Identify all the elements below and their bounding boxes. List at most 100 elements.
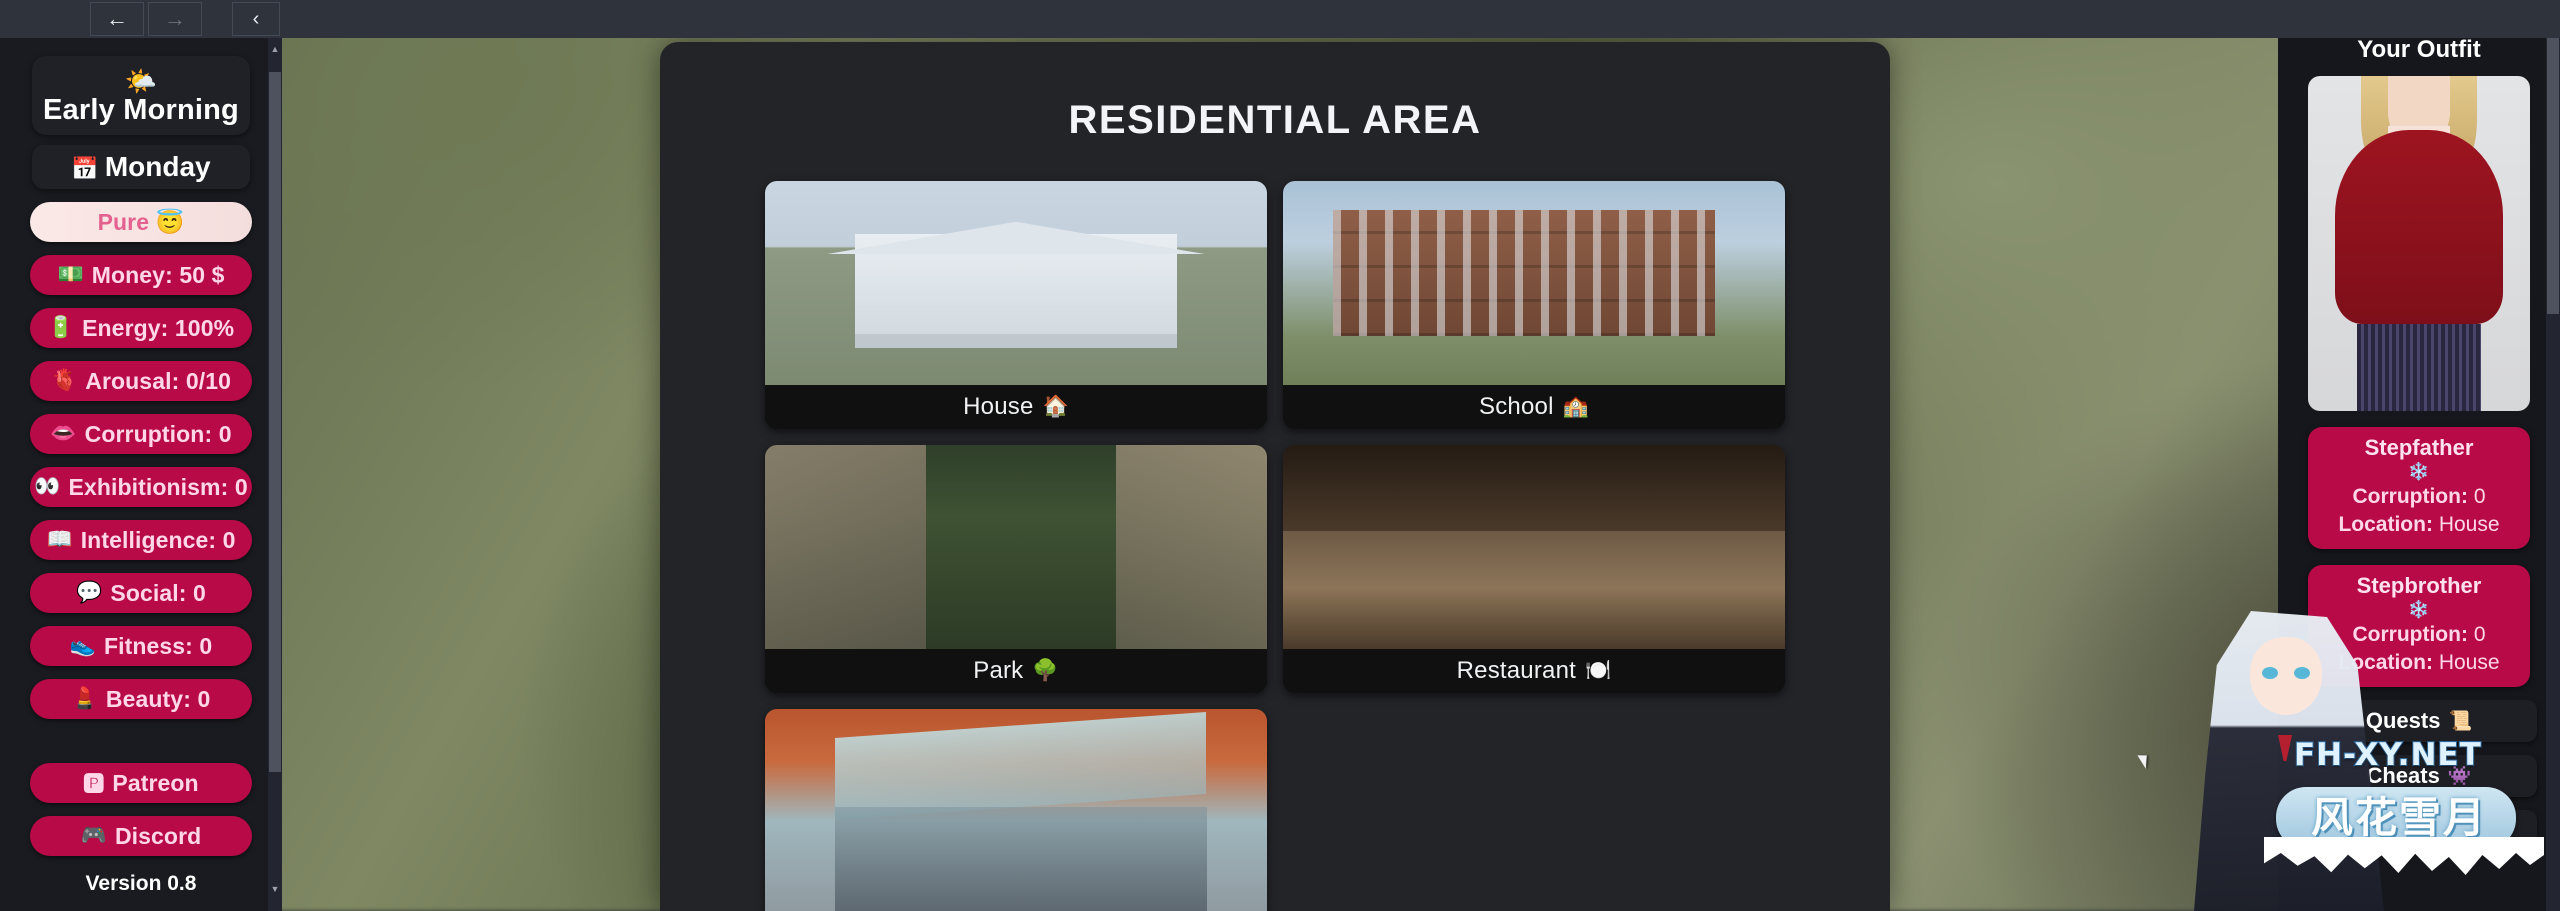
- time-of-day-label: Early Morning: [43, 94, 239, 126]
- location-grid: House 🏠 School 🏫 Park 🌳 Restaurant 🍽️: [765, 181, 1785, 911]
- stat-exhibitionism: 👀 Exhibitionism: 0: [30, 467, 252, 507]
- stat-exhibitionism-label: Exhibitionism: 0: [68, 473, 248, 500]
- location-card-house[interactable]: House 🏠: [765, 181, 1267, 429]
- stat-money-label: Money: 50 $: [91, 261, 225, 288]
- stat-energy: 🔋 Energy: 100%: [30, 308, 252, 348]
- heart-icon: 🫀: [51, 369, 78, 392]
- house-icon: 🏠: [1042, 395, 1069, 418]
- npc-card-stepfather[interactable]: Stepfather ❄️ Corruption: 0 Location: Ho…: [2308, 427, 2530, 549]
- school-photo: [1283, 181, 1785, 385]
- npc-location-value: House: [2438, 513, 2500, 536]
- npc-location-value: House: [2438, 651, 2500, 674]
- patreon-icon: 🅿: [83, 773, 105, 796]
- location-card-bus-stop[interactable]: [765, 709, 1267, 911]
- outfit-image[interactable]: [2308, 76, 2530, 411]
- right-scrollbar-thumb[interactable]: [2547, 14, 2559, 314]
- speech-bubble-icon: 💬: [76, 581, 103, 604]
- back-button[interactable]: ←: [90, 2, 144, 36]
- calendar-icon: 📅: [71, 156, 99, 181]
- house-label: House: [963, 393, 1034, 420]
- walkthrough-label: Walkthrough: [2336, 818, 2470, 843]
- day-card: 📅 Monday: [32, 145, 250, 189]
- sweater-shape: [2334, 129, 2504, 324]
- stat-intelligence-label: Intelligence: 0: [80, 526, 236, 553]
- npc-location-row: Location: House: [2314, 649, 2524, 677]
- school-label: School: [1479, 393, 1554, 420]
- pants-shape: [2356, 323, 2482, 411]
- stat-beauty-label: Beauty: 0: [105, 685, 211, 712]
- halo-face-icon: 😇: [155, 208, 185, 235]
- park-photo: [765, 445, 1267, 649]
- money-icon: 💵: [57, 263, 84, 286]
- alien-monster-icon: 👾: [2447, 766, 2472, 787]
- discord-icon: 🎮: [80, 824, 107, 847]
- patreon-label: Patreon: [112, 769, 199, 796]
- sidebar-scrollbar-thumb[interactable]: [269, 72, 281, 772]
- npc-name: Stepbrother: [2356, 573, 2482, 598]
- npc-corruption-label: Corruption:: [2352, 623, 2468, 646]
- stat-fitness: 👟 Fitness: 0: [30, 626, 252, 666]
- patreon-button[interactable]: 🅿 Patreon: [30, 763, 252, 803]
- restaurant-photo: [1283, 445, 1785, 649]
- npc-card-stepbrother[interactable]: Stepbrother ❄️ Corruption: 0 Location: H…: [2308, 565, 2530, 687]
- school-icon: 🏫: [1562, 395, 1589, 418]
- npc-location-row: Location: House: [2314, 511, 2524, 539]
- forward-button[interactable]: →: [148, 2, 202, 36]
- park-label: Park: [973, 657, 1024, 684]
- npc-location-label: Location:: [2338, 513, 2433, 536]
- npc-name: Stepfather: [2364, 435, 2474, 460]
- location-card-school[interactable]: School 🏫: [1283, 181, 1785, 429]
- quests-button[interactable]: Quests 📜: [2301, 700, 2537, 742]
- location-caption: Park 🌳: [765, 649, 1267, 693]
- purity-label: Pure: [97, 208, 150, 235]
- bus-stop-photo: [765, 709, 1267, 911]
- cheats-label: Cheats: [2366, 763, 2440, 788]
- right-panel: ⊠ Your Outfit Stepfather ❄️ Corruption: …: [2278, 0, 2560, 911]
- stat-social: 💬 Social: 0: [30, 573, 252, 613]
- stat-money: 💵 Money: 50 $: [30, 255, 252, 295]
- stat-intelligence: 📖 Intelligence: 0: [30, 520, 252, 560]
- stat-corruption: 👄 Corruption: 0: [30, 414, 252, 454]
- book-icon: 📖: [46, 528, 73, 551]
- purity-status-badge: Pure 😇: [30, 202, 252, 242]
- stat-social-label: Social: 0: [110, 579, 206, 606]
- cheats-button[interactable]: Cheats 👾: [2301, 755, 2537, 797]
- stat-corruption-label: Corruption: 0: [84, 420, 232, 447]
- location-caption: House 🏠: [765, 385, 1267, 429]
- battery-icon: 🔋: [47, 316, 75, 339]
- restaurant-label: Restaurant: [1456, 657, 1577, 684]
- discord-button[interactable]: 🎮 Discord: [30, 816, 252, 856]
- app-root: ← → ‹ 🌤️ Early Morning 📅 Monday Pure 😇 💵 M…: [0, 0, 2560, 911]
- npc-location-label: Location:: [2338, 651, 2433, 674]
- quests-label: Quests: [2365, 708, 2441, 733]
- npc-corruption-row: Corruption: 0: [2314, 621, 2524, 649]
- snowflake-icon: ❄️: [2408, 600, 2430, 619]
- stat-beauty: 💄 Beauty: 0: [30, 679, 252, 719]
- sidebar-scroll-up-icon[interactable]: ▲: [269, 42, 281, 56]
- house-photo: [765, 181, 1267, 385]
- location-card-park[interactable]: Park 🌳: [765, 445, 1267, 693]
- weather-icon: 🌤️: [124, 66, 158, 96]
- walkthrough-button[interactable]: Walkthrough 📕: [2301, 810, 2537, 852]
- snowflake-icon: ❄️: [2408, 462, 2430, 481]
- time-of-day-card: 🌤️ Early Morning: [32, 56, 250, 135]
- sidebar-scroll-down-icon[interactable]: ▼: [269, 882, 281, 896]
- stat-fitness-label: Fitness: 0: [103, 632, 213, 659]
- npc-corruption-label: Corruption:: [2352, 485, 2468, 508]
- lipstick-icon: 💄: [71, 687, 98, 710]
- left-sidebar: 🌤️ Early Morning 📅 Monday Pure 😇 💵 Money: …: [0, 38, 282, 911]
- browser-topbar: ← → ‹: [0, 0, 2560, 38]
- book-closed-icon: 📕: [2477, 821, 2502, 842]
- collapse-sidebar-button[interactable]: ‹: [232, 2, 280, 36]
- npc-corruption-value: 0: [2473, 623, 2486, 646]
- outfit-title: Your Outfit: [2357, 36, 2481, 63]
- npc-corruption-row: Corruption: 0: [2314, 483, 2524, 511]
- version-label: Version 0.8: [85, 872, 197, 895]
- eyes-icon: 👀: [34, 475, 61, 498]
- npc-corruption-value: 0: [2473, 485, 2486, 508]
- location-card-restaurant[interactable]: Restaurant 🍽️: [1283, 445, 1785, 693]
- main-panel: RESIDENTIAL AREA House 🏠 School 🏫 Park 🌳: [660, 42, 1890, 911]
- scroll-icon: 📜: [2448, 711, 2473, 732]
- stat-energy-label: Energy: 100%: [82, 314, 235, 341]
- stat-arousal-label: Arousal: 0/10: [85, 367, 231, 394]
